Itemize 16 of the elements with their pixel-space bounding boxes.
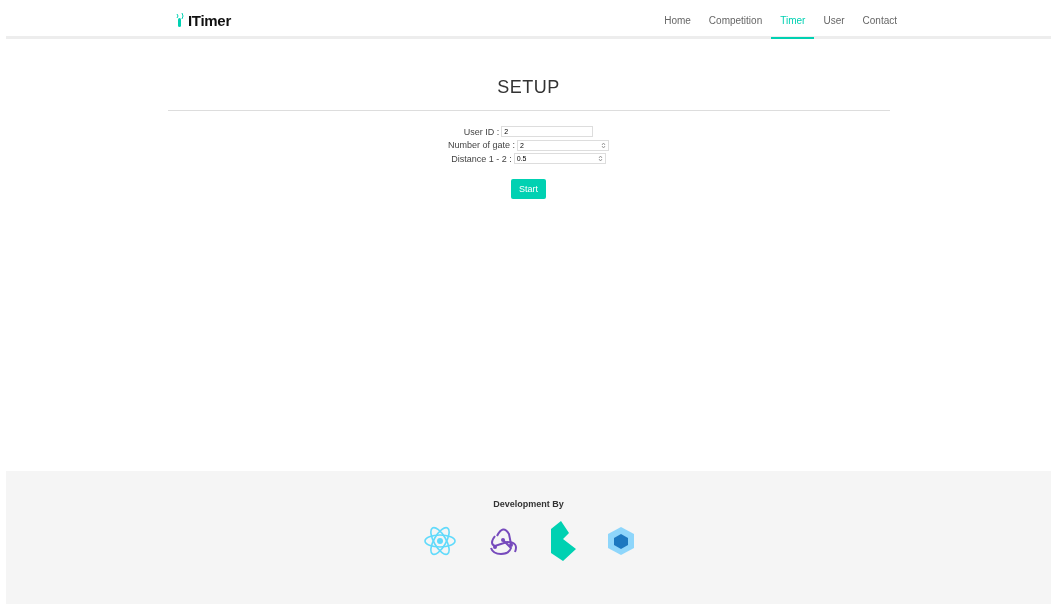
nav-link[interactable]: User <box>814 0 854 39</box>
b-shape-icon <box>548 521 577 561</box>
footer-heading: Development By <box>493 499 564 509</box>
setup-title: SETUP <box>497 77 560 98</box>
cube-icon <box>606 526 635 556</box>
brand-name[interactable]: ITimer <box>188 11 231 29</box>
brand-icon <box>176 13 184 27</box>
field-label: Number of gate : <box>447 140 515 150</box>
spinner-icon[interactable] <box>601 141 606 149</box>
nav-link[interactable]: Home <box>655 0 700 39</box>
nav-link[interactable]: Competition <box>699 0 772 39</box>
nav-link[interactable]: Contact <box>853 0 906 39</box>
field-label: User ID : <box>463 126 500 137</box>
atom-icon <box>422 526 457 556</box>
spinner-icon[interactable] <box>597 155 603 162</box>
field-label: Distance 1 - 2 : <box>451 153 512 164</box>
